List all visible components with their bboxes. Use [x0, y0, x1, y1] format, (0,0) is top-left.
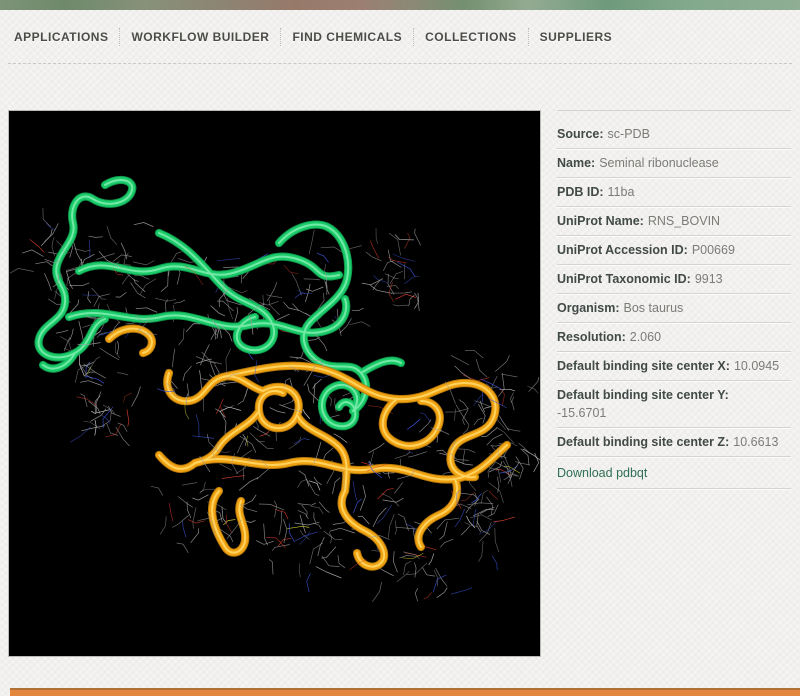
header-banner-image — [0, 0, 800, 10]
detail-label: UniProt Name: — [557, 214, 644, 228]
detail-row: Default binding site center Y: -15.6701 — [557, 381, 791, 428]
detail-label: Source: — [557, 127, 604, 141]
detail-row: Organism: Bos taurus — [557, 294, 791, 323]
download-row: Download pdbqt — [557, 457, 791, 489]
nav-item-find-chemicals[interactable]: FIND CHEMICALS — [280, 28, 413, 46]
protein-viewer-canvas[interactable] — [9, 111, 540, 656]
detail-value: RNS_BOVIN — [648, 214, 720, 228]
nav-item-applications[interactable]: APPLICATIONS — [14, 28, 119, 46]
detail-value: 9913 — [695, 272, 723, 286]
detail-value: -15.6701 — [557, 404, 791, 422]
detail-row: Default binding site center X: 10.0945 — [557, 352, 791, 381]
footer-accent-bar — [10, 688, 800, 696]
detail-label: Name: — [557, 156, 595, 170]
detail-value: 2.060 — [630, 330, 661, 344]
chain-b-ribbon — [109, 329, 507, 567]
structure-details-panel: Source:sc-PDB Name:Seminal ribonuclease … — [557, 110, 791, 489]
detail-row: Default binding site center Z: 10.6613 — [557, 428, 791, 457]
detail-label: Default binding site center Y: — [557, 388, 729, 402]
detail-row: Resolution: 2.060 — [557, 323, 791, 352]
detail-label: PDB ID: — [557, 185, 604, 199]
detail-row: Source: sc-PDB — [557, 111, 791, 149]
protein-viewer[interactable] — [8, 110, 541, 657]
detail-value: 11ba — [608, 185, 635, 199]
nav-item-collections[interactable]: COLLECTIONS — [413, 28, 528, 46]
nav-item-workflow-builder[interactable]: WORKFLOW BUILDER — [119, 28, 280, 46]
detail-label: Resolution: — [557, 330, 626, 344]
detail-row: PDB ID: 11ba — [557, 178, 791, 207]
detail-row: UniProt Taxonomic ID: 9913 — [557, 265, 791, 294]
detail-row: UniProt Name: RNS_BOVIN — [557, 207, 791, 236]
detail-value: Seminal ribonuclease — [599, 156, 719, 170]
detail-row: UniProt Accession ID: P00669 — [557, 236, 791, 265]
detail-value: P00669 — [692, 243, 735, 257]
page: APPLICATIONS WORKFLOW BUILDER FIND CHEMI… — [0, 0, 800, 696]
detail-label: UniProt Taxonomic ID: — [557, 272, 691, 286]
detail-value: 10.6613 — [733, 435, 778, 449]
detail-value: 10.0945 — [734, 359, 779, 373]
download-pdbqt-link[interactable]: Download pdbqt — [557, 466, 647, 480]
detail-label: Organism: — [557, 301, 620, 315]
main-navigation: APPLICATIONS WORKFLOW BUILDER FIND CHEMI… — [0, 10, 800, 63]
detail-value: sc-PDB — [608, 127, 650, 141]
nav-divider — [8, 63, 792, 64]
detail-row: Name: Seminal ribonuclease — [557, 149, 791, 178]
detail-value: Bos taurus — [624, 301, 684, 315]
nav-item-suppliers[interactable]: SUPPLIERS — [528, 28, 624, 46]
detail-label: Default binding site center X: — [557, 359, 730, 373]
detail-label: UniProt Accession ID: — [557, 243, 688, 257]
detail-label: Default binding site center Z: — [557, 435, 729, 449]
